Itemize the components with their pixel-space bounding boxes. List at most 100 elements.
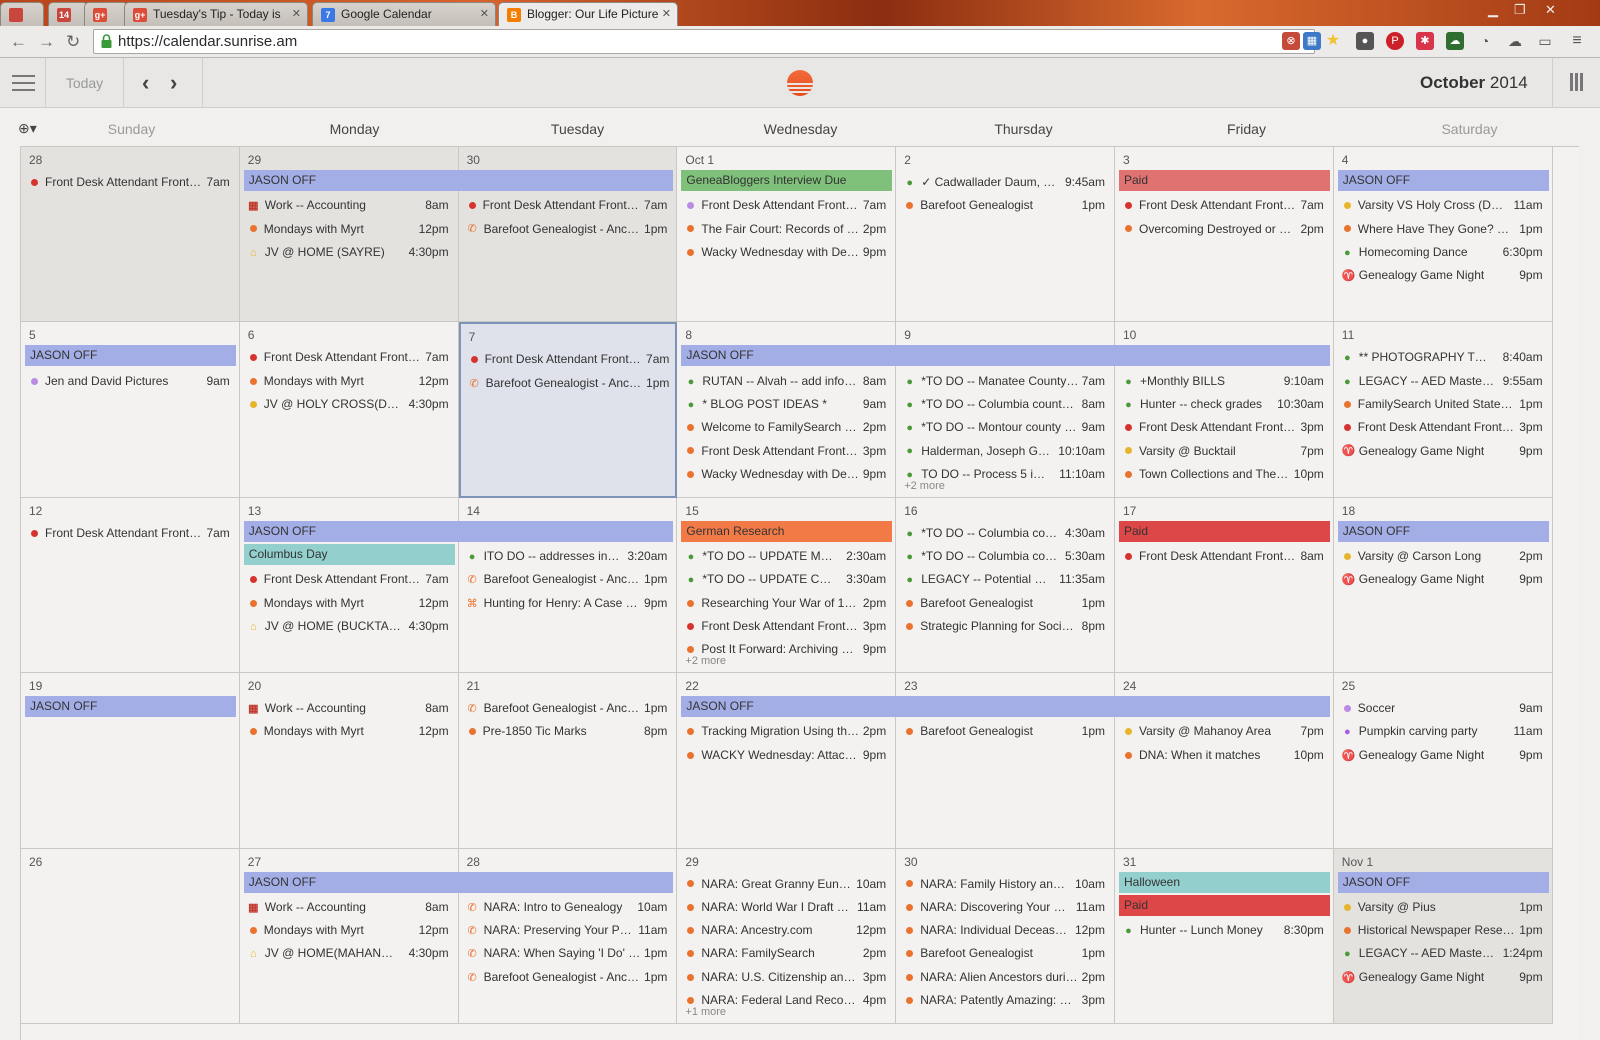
event-item[interactable]: ⌂ JV @ HOME (SAYRE) 4:30pm [246, 241, 453, 263]
event-item[interactable]: ♈ Genealogy Game Night 9pm [1340, 264, 1547, 286]
event-item[interactable]: ● * BLOG POST IDEAS * 9am [683, 393, 890, 415]
event-item[interactable]: Front Desk Attendant Front De.. 7am [465, 194, 672, 216]
event-item[interactable]: Wacky Wednesday with DearM.. 9pm [683, 463, 890, 485]
forward-icon[interactable]: → [38, 32, 55, 52]
day-cell[interactable]: 20 ▦ Work -- Accounting 8am Mondays with Myr… [239, 673, 459, 849]
event-item[interactable]: Barefoot Genealogist 1pm [902, 720, 1109, 742]
all-day-event-bar[interactable]: JASON OFF [25, 345, 236, 367]
day-cell[interactable]: 11 ● ** PHOTOGRAPHY TO DO.. 8:40am ● LEGACY -… [1333, 322, 1553, 498]
event-item[interactable]: NARA: Alien Ancestors during .. 2pm [902, 966, 1109, 988]
day-cell[interactable]: 16 ● *TO DO -- Columbia county.. 4:30am ● *TO… [896, 497, 1115, 674]
browser-tab[interactable]: B Blogger: Our Life Picture ✕ [498, 2, 678, 26]
event-item[interactable]: Front Desk Attendant Front De.. 7am [27, 171, 234, 193]
event-item[interactable]: NARA: U.S. Citizenship and Im.. 3pm [683, 966, 890, 988]
event-item[interactable]: Barefoot Genealogist 1pm [902, 592, 1109, 614]
browser-tab[interactable]: 7 Google Calendar ✕ [312, 2, 496, 26]
extension-icon[interactable]: ✱ [1416, 32, 1434, 50]
event-item[interactable]: Front Desk Attendant Front De.. 7am [1121, 194, 1328, 216]
day-cell[interactable]: 28 Front Desk Attendant Front De.. 7am [21, 147, 240, 323]
extension-icon[interactable]: ▭ [1536, 32, 1554, 50]
extension-icon[interactable]: ● [1356, 32, 1374, 50]
event-item[interactable]: Varsity VS Holy Cross (Dunm.. 11am [1340, 194, 1547, 216]
all-day-event-bar[interactable]: Paid [1119, 894, 1330, 916]
event-item[interactable]: ● ITO DO -- addresses in spr.. 3:20am [465, 545, 672, 567]
event-item[interactable]: ✆ Barefoot Genealogist - Ancestr.. 1pm [465, 568, 672, 590]
event-item[interactable]: ● LEGACY -- AED Master Su.. 1:24pm [1340, 942, 1547, 964]
day-cell[interactable]: 25 Soccer 9am ● Pumpkin carving party 11am ♈ Ge… [1333, 673, 1553, 849]
event-item[interactable]: Jen and David Pictures 9am [27, 370, 234, 392]
event-item[interactable]: NARA: FamilySearch 2pm [683, 942, 890, 964]
view-toggle-button[interactable] [1570, 73, 1584, 91]
event-item[interactable]: Front Desk Attendant Front De.. 7am [27, 522, 234, 544]
more-events-link[interactable]: +1 more [685, 1006, 726, 1018]
event-item[interactable]: ● *TO DO -- Manatee County Fl.. 7am [902, 370, 1109, 392]
bookmark-star-icon[interactable]: ★ [1324, 32, 1342, 50]
event-item[interactable]: Mondays with Myrt 12pm [246, 592, 453, 614]
browser-tab[interactable]: g+ Tuesday's Tip - Today is ✕ [124, 2, 308, 26]
event-item[interactable]: ⌂ JV @ HOME(MAHANOY A.. 4:30pm [246, 942, 453, 964]
event-item[interactable]: ● Pumpkin carving party 11am [1340, 720, 1547, 742]
event-item[interactable]: ✆ NARA: Preserving Your Perso.. 11am [465, 919, 672, 941]
event-item[interactable]: Researching Your War of 1812.. 2pm [683, 592, 890, 614]
day-cell[interactable]: 12 Front Desk Attendant Front De.. 7am [21, 497, 240, 674]
event-item[interactable]: NARA: Family History and the.. 10am [902, 873, 1109, 895]
event-item[interactable]: ✆ Barefoot Genealogist - Ancestr.. 1pm [465, 966, 672, 988]
event-item[interactable]: Town Collections and Their V.. 10pm [1121, 463, 1328, 485]
event-item[interactable]: ● *TO DO -- UPDATE COLU.. 3:30am [683, 568, 890, 590]
event-item[interactable]: Varsity @ Mahanoy Area 7pm [1121, 720, 1328, 742]
tab-close-icon[interactable]: ✕ [292, 7, 301, 20]
extension-icon[interactable]: ⊗ [1282, 32, 1300, 50]
event-item[interactable]: ▦ Work -- Accounting 8am [246, 896, 453, 918]
event-item[interactable]: Tracking Migration Using the D.. 2pm [683, 720, 890, 742]
more-events-link[interactable]: +2 more [685, 655, 726, 667]
event-item[interactable]: Mondays with Myrt 12pm [246, 919, 453, 941]
restore-icon[interactable]: ❐ [1514, 2, 1526, 18]
all-day-event-bar[interactable]: JASON OFF [25, 696, 236, 718]
event-item[interactable]: ● Halderman, Joseph Glen S.. 10:10am [902, 440, 1109, 462]
event-item[interactable]: ● *TO DO -- Columbia county -- 8am [902, 393, 1109, 415]
event-item[interactable]: JV @ HOLY CROSS(DUN.. 4:30pm [246, 393, 453, 415]
event-item[interactable]: NARA: Discovering Your Fam.. 11am [902, 896, 1109, 918]
event-item[interactable]: ● LEGACY -- Potential Prob.. 11:35am [902, 568, 1109, 590]
event-item[interactable]: ✆ NARA: When Saying 'I Do' Me.. 1pm [465, 942, 672, 964]
all-day-event-bar[interactable]: Columbus Day [243, 544, 455, 566]
event-item[interactable]: ● Hunter -- check grades 10:30am [1121, 393, 1328, 415]
event-item[interactable]: FamilySearch United States R.. 1pm [1340, 393, 1547, 415]
event-item[interactable]: ● ✓ Cadwallader Daum, Chri.. 9:45am [902, 171, 1109, 193]
event-item[interactable]: Overcoming Destroyed or Miss.. 2pm [1121, 218, 1328, 240]
event-item[interactable]: Historical Newspaper Researc.. 1pm [1340, 919, 1547, 941]
event-item[interactable]: ✆ NARA: Intro to Genealogy 10am [465, 896, 672, 918]
reload-icon[interactable]: ↻ [66, 32, 80, 52]
event-item[interactable]: Varsity @ Pius 1pm [1340, 896, 1547, 918]
event-item[interactable]: ⌘ Hunting for Henry: A Case Stu.. 9pm [465, 592, 672, 614]
event-item[interactable]: Front Desk Attendant Front De.. 3pm [683, 615, 890, 637]
event-item[interactable]: DNA: When it matches 10pm [1121, 744, 1328, 766]
event-item[interactable]: Front Desk Attendant Front De.. 3pm [1121, 416, 1328, 438]
event-item[interactable]: Mondays with Myrt 12pm [246, 720, 453, 742]
event-item[interactable]: ▦ Work -- Accounting 8am [246, 194, 453, 216]
event-item[interactable]: Welcome to FamilySearch Inde.. 2pm [683, 416, 890, 438]
day-cell[interactable]: 30 NARA: Family History and the.. 10am NARA… [896, 848, 1115, 1024]
event-item[interactable]: Where Have They Gone? Rese.. 1pm [1340, 218, 1547, 240]
pinterest-icon[interactable]: P [1386, 32, 1404, 50]
event-item[interactable]: ● *TO DO -- Columbia county.. 4:30am [902, 522, 1109, 544]
event-item[interactable]: Front Desk Attendant Front De.. 7am [683, 194, 890, 216]
address-bar[interactable]: https://calendar.sunrise.am [93, 29, 1315, 54]
day-cell[interactable]: 2 ● ✓ Cadwallader Daum, Chri.. 9:45am Barefo… [896, 147, 1115, 323]
all-day-event-bar[interactable]: JASON OFF [681, 345, 1330, 367]
all-day-event-bar[interactable]: Paid [1119, 170, 1330, 191]
all-day-event-bar[interactable]: Paid [1119, 520, 1330, 542]
event-item[interactable]: NARA: World War I Draft Reg.. 11am [683, 896, 890, 918]
event-item[interactable]: ♈ Genealogy Game Night 9pm [1340, 440, 1547, 462]
event-item[interactable]: Wacky Wednesday with DearM.. 9pm [683, 241, 890, 263]
event-item[interactable]: Barefoot Genealogist 1pm [902, 194, 1109, 216]
event-item[interactable]: ● *TO DO -- Montour county -- M.. 9am [902, 416, 1109, 438]
event-item[interactable]: ● *TO DO -- UPDATE MONT.. 2:30am [683, 545, 890, 567]
event-item[interactable]: ♈ Genealogy Game Night 9pm [1340, 568, 1547, 590]
event-item[interactable]: Soccer 9am [1340, 697, 1547, 719]
all-day-event-bar[interactable]: Halloween [1119, 871, 1330, 893]
previous-month-button[interactable]: ‹ [142, 70, 149, 96]
clock-icon[interactable]: ◔ [1476, 32, 1494, 50]
event-item[interactable]: ✆ Barefoot Genealogist - Ancestr.. 1pm [465, 218, 672, 240]
event-item[interactable]: WACKY Wednesday: Attaching.. 9pm [683, 744, 890, 766]
